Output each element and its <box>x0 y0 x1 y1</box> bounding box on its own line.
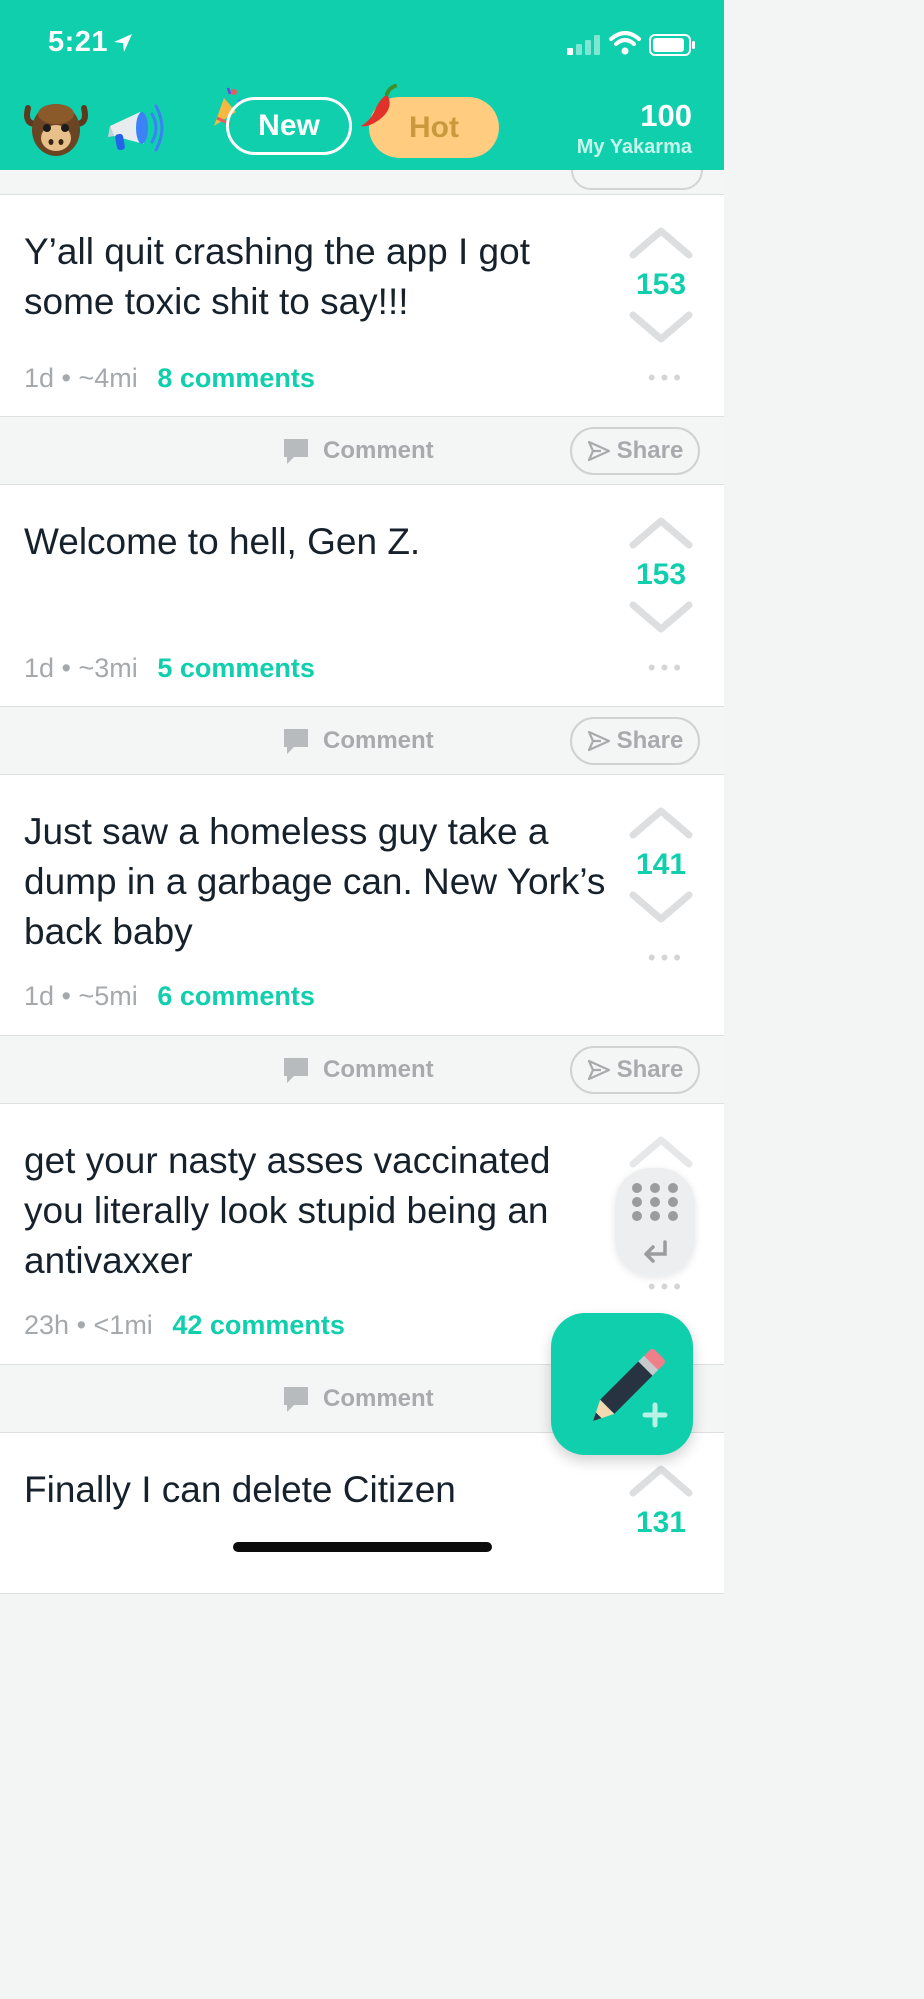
post-card[interactable]: Finally I can delete Citizen 131 <box>0 1433 724 1594</box>
vote-control: 141 <box>626 805 696 925</box>
post-actions: Comment Share <box>0 1036 724 1104</box>
comment-label: Comment <box>323 727 434 754</box>
post-meta: 1d • ~5mi 6 comments <box>24 981 315 1011</box>
comment-bubble-icon <box>284 729 308 754</box>
vote-control: 153 <box>626 515 696 635</box>
more-dots-icon[interactable]: ••• <box>648 365 686 391</box>
post-text[interactable]: Y’all quit crashing the app I got some t… <box>24 227 609 327</box>
comments-link[interactable]: 6 comments <box>157 981 315 1011</box>
share-button[interactable]: Share <box>570 717 700 765</box>
post-meta: 1d • ~4mi 8 comments <box>24 363 315 393</box>
post-text[interactable]: get your nasty asses vaccinated you lite… <box>24 1136 609 1286</box>
comments-link[interactable]: 5 comments <box>157 653 315 683</box>
vote-control: 153 <box>626 225 696 345</box>
post-card[interactable]: Just saw a homeless guy take a dump in a… <box>0 775 724 1036</box>
post-card[interactable]: Y’all quit crashing the app I got some t… <box>0 195 724 417</box>
share-button[interactable]: Share <box>570 427 700 475</box>
compose-button[interactable] <box>551 1313 693 1455</box>
share-button[interactable]: Share <box>570 1046 700 1094</box>
more-dots-icon[interactable]: ••• <box>648 945 686 971</box>
vote-score: 153 <box>635 268 687 301</box>
share-label: Share <box>616 727 684 754</box>
battery-icon <box>649 34 695 56</box>
chili-pepper-icon <box>361 84 397 127</box>
return-arrow-icon[interactable] <box>641 1240 671 1266</box>
karma-label[interactable]: My Yakarma <box>577 136 692 159</box>
previous-post-edge <box>0 170 724 195</box>
post-text[interactable]: Welcome to hell, Gen Z. <box>24 517 609 567</box>
location-arrow-icon <box>114 34 132 52</box>
wifi-icon <box>609 31 641 55</box>
post-actions: Comment Share <box>0 707 724 775</box>
downvote-icon[interactable] <box>629 891 693 925</box>
comment-bubble-icon <box>284 1058 308 1083</box>
comment-label: Comment <box>323 437 434 464</box>
upvote-icon[interactable] <box>629 515 693 549</box>
post-meta: 23h • <1mi 42 comments <box>24 1310 345 1340</box>
vote-score: 141 <box>635 848 687 881</box>
upvote-icon[interactable] <box>629 1134 693 1168</box>
keypad-icon[interactable] <box>631 1182 679 1222</box>
post-meta: 1d • ~3mi 5 comments <box>24 653 315 683</box>
post-age: 23h <box>24 1310 70 1340</box>
tab-new[interactable]: New <box>226 97 352 155</box>
quick-reply-panel[interactable] <box>615 1168 695 1276</box>
comment-bubble-icon <box>284 1387 308 1412</box>
comments-link[interactable]: 8 comments <box>157 363 315 393</box>
comment-label: Comment <box>323 1056 434 1083</box>
post-distance: ~3mi <box>78 653 138 683</box>
vote-score: 131 <box>635 1506 687 1539</box>
upvote-icon[interactable] <box>629 225 693 259</box>
post-age: 1d <box>24 363 55 393</box>
post-age: 1d <box>24 653 55 683</box>
post-text[interactable]: Finally I can delete Citizen <box>24 1465 609 1515</box>
share-paper-plane-icon <box>587 440 610 462</box>
more-dots-icon[interactable]: ••• <box>648 1274 686 1300</box>
karma-score[interactable]: 100 <box>640 98 692 134</box>
share-label: Share <box>616 437 684 464</box>
comment-button[interactable]: Comment <box>281 725 434 757</box>
yak-logo-icon[interactable] <box>22 94 90 160</box>
post-card[interactable]: Welcome to hell, Gen Z. 1d • ~3mi 5 comm… <box>0 485 724 707</box>
comments-link[interactable]: 42 comments <box>172 1310 345 1340</box>
downvote-icon[interactable] <box>629 311 693 345</box>
comment-button[interactable]: Comment <box>281 1383 434 1415</box>
home-indicator <box>233 1542 492 1552</box>
vote-control <box>626 1134 696 1168</box>
share-label: Share <box>616 1056 684 1083</box>
post-text[interactable]: Just saw a homeless guy take a dump in a… <box>24 807 609 957</box>
post-actions: Comment Share <box>0 417 724 485</box>
megaphone-icon[interactable] <box>104 100 168 156</box>
signal-icon <box>567 35 600 55</box>
comment-button[interactable]: Comment <box>281 435 434 467</box>
app-header: 5:21 New Hot 100 My Yakarma <box>0 0 724 170</box>
downvote-icon[interactable] <box>629 601 693 635</box>
share-paper-plane-icon <box>587 1059 610 1081</box>
comment-bubble-icon <box>284 439 308 464</box>
comment-label: Comment <box>323 1385 434 1412</box>
post-distance: ~5mi <box>78 981 138 1011</box>
comment-button[interactable]: Comment <box>281 1054 434 1086</box>
upvote-icon[interactable] <box>629 1463 693 1497</box>
post-distance: <1mi <box>93 1310 153 1340</box>
plus-icon <box>642 1402 668 1428</box>
post-age: 1d <box>24 981 55 1011</box>
vote-score: 153 <box>635 558 687 591</box>
more-dots-icon[interactable]: ••• <box>648 655 686 681</box>
post-distance: ~4mi <box>78 363 138 393</box>
share-button-partial[interactable] <box>571 170 703 190</box>
share-paper-plane-icon <box>587 730 610 752</box>
vote-control: 131 <box>626 1463 696 1549</box>
status-time: 5:21 <box>48 26 109 58</box>
upvote-icon[interactable] <box>629 805 693 839</box>
